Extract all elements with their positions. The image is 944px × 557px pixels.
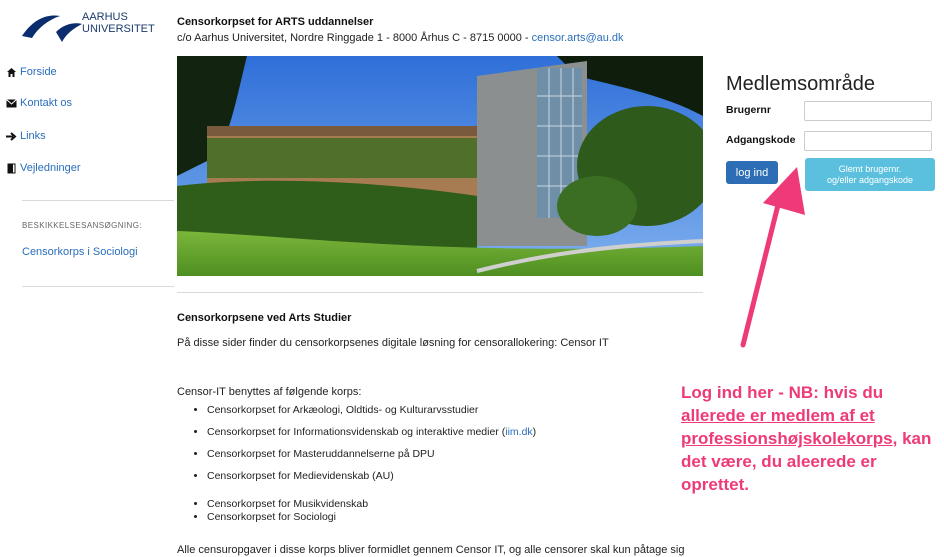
username-label: Brugernr <box>726 104 771 116</box>
section-title: Censorkorpsene ved Arts Studier <box>177 312 352 324</box>
list-item: Censorkorpset for Arkæologi, Oldtids- og… <box>207 404 536 426</box>
list-item-text: Censorkorpset for Medievidenskab (AU) <box>207 470 394 482</box>
intro-text: På disse sider finder du censorkorpsenes… <box>177 337 609 349</box>
book-icon <box>6 163 17 174</box>
sociologi-link[interactable]: Censorkorps i Sociologi <box>22 246 138 258</box>
password-label: Adgangskode <box>726 134 796 146</box>
list-item: Censorkorpset for Masteruddannelserne på… <box>207 448 536 470</box>
sidebar-item-label: Forside <box>20 66 57 78</box>
korps-list-intro: Censor-IT benyttes af følgende korps: <box>177 386 362 398</box>
forgot-line-1: Glemt brugernr. <box>838 163 902 174</box>
forgot-line-2: og/eller adgangskode <box>826 174 914 185</box>
sidebar-item-vejledninger[interactable]: Vejledninger <box>6 162 81 174</box>
list-item: Censorkorpset for Musikvidenskab <box>207 498 536 511</box>
list-item-text: Censorkorpset for Sociologi <box>207 511 336 523</box>
list-item: Censorkorpset for Medievidenskab (AU) <box>207 470 536 492</box>
forgot-credentials-button[interactable]: Glemt brugernr. og/eller adgangskode <box>805 158 935 191</box>
email-link[interactable]: censor.arts@au.dk <box>532 32 624 44</box>
sidebar-item-label: Kontakt os <box>20 97 72 109</box>
content-divider <box>177 292 703 293</box>
sidebar-item-kontakt[interactable]: Kontakt os <box>6 97 72 109</box>
annotation-note: Log ind her - NB: hvis du allerede er me… <box>681 381 943 496</box>
logo-line-2: UNIVERSITET <box>82 23 155 35</box>
list-item: Censorkorpset for Sociologi <box>207 511 536 523</box>
sidebar-item-label: Vejledninger <box>20 162 81 174</box>
list-item-text: Censorkorpset for Arkæologi, Oldtids- og… <box>207 404 479 416</box>
korps-list: Censorkorpset for Arkæologi, Oldtids- og… <box>177 404 536 523</box>
note-text-1: Log ind her - NB: hvis du <box>681 383 884 402</box>
list-item-suffix: ) <box>532 426 537 438</box>
footer-text: Alle censuropgaver i disse korps bliver … <box>177 544 685 556</box>
envelope-icon <box>6 98 17 109</box>
list-item-text: Censorkorpset for Musikvidenskab <box>207 498 369 510</box>
sidebar-item-forside[interactable]: Forside <box>6 66 57 78</box>
iim-link[interactable]: iim.dk <box>505 426 532 438</box>
page-title: Censorkorpset for ARTS uddannelser <box>177 16 374 28</box>
note-underlined: allerede er medlem af et professionshøjs… <box>681 406 893 448</box>
list-item-text: Censorkorpset for Informationsvidenskab … <box>207 426 506 438</box>
address-text: c/o Aarhus Universitet, Nordre Ringgade … <box>177 32 532 44</box>
list-item-text: Censorkorpset for Masteruddannelserne på… <box>207 448 435 460</box>
sidebar-divider <box>22 200 174 201</box>
sidebar-item-links[interactable]: Links <box>6 130 46 142</box>
sidebar-caption: BESKIKKELSESANSØGNING: <box>22 221 142 230</box>
contact-address: c/o Aarhus Universitet, Nordre Ringgade … <box>177 32 624 44</box>
home-icon <box>6 67 17 78</box>
annotation-arrow-icon <box>740 167 805 348</box>
sidebar-divider <box>22 286 174 287</box>
campus-photo <box>177 56 703 276</box>
member-area-title: Medlemsområde <box>726 73 875 95</box>
sidebar-item-label: Links <box>20 130 46 142</box>
arrow-right-icon <box>6 131 17 142</box>
list-item: Censorkorpset for Informationsvidenskab … <box>207 426 536 448</box>
logo-line-1: AARHUS <box>82 11 128 23</box>
logo-wordmark: AARHUS UNIVERSITET <box>82 11 155 35</box>
password-input[interactable] <box>804 131 932 151</box>
username-input[interactable] <box>804 101 932 121</box>
